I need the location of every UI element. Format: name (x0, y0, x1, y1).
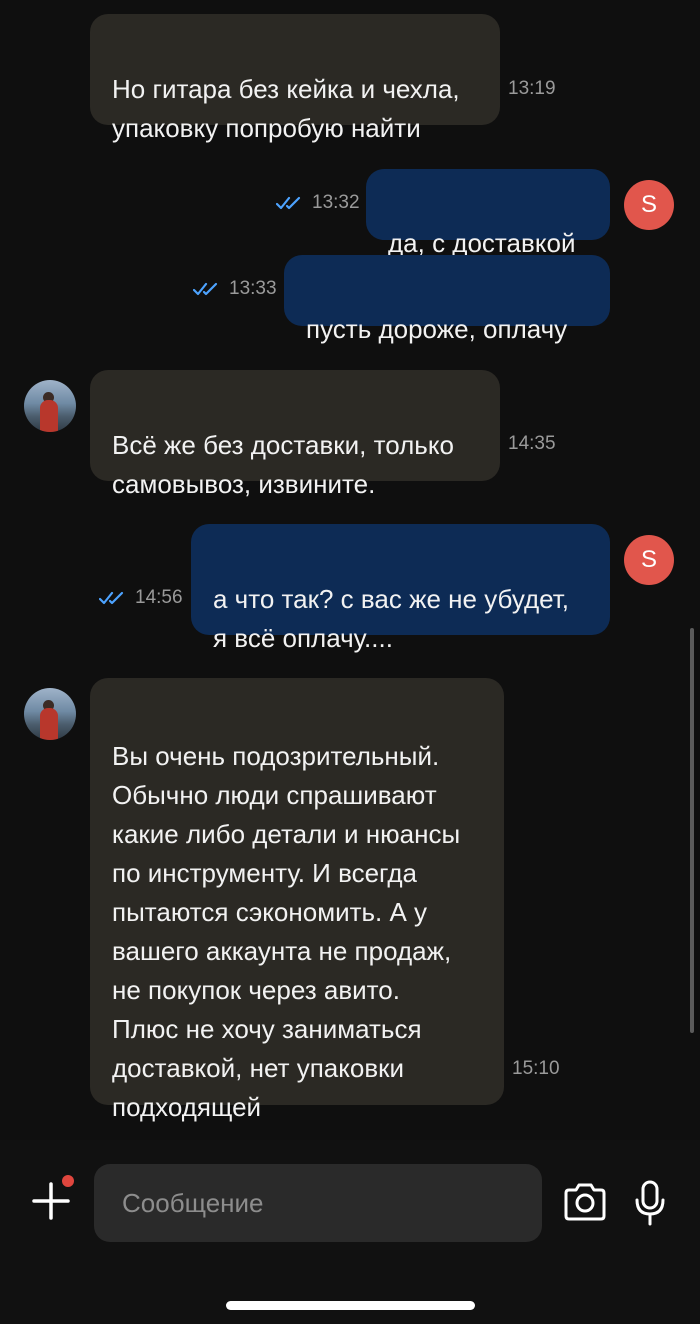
message-bubble-incoming[interactable]: Вы очень подозрительный. Обычно люди спр… (90, 678, 504, 1122)
chat-history[interactable]: Но гитара без кейка и чехла, упаковку по… (0, 0, 700, 1140)
message-text: а что так? с вас же не убудет, я всё опл… (213, 584, 569, 653)
message-text: да, с доставкой (388, 228, 576, 258)
avatar[interactable] (24, 688, 76, 740)
microphone-icon[interactable] (634, 1180, 666, 1226)
message-time: 13:32 (312, 192, 360, 213)
message-bubble-incoming[interactable]: Но гитара без кейка и чехла, упаковку по… (90, 14, 500, 143)
double-check-icon (276, 196, 301, 210)
message-bubble-outgoing[interactable]: да, с доставкой (366, 169, 610, 258)
message-input[interactable] (94, 1164, 542, 1242)
message-bubble-incoming[interactable]: Всё же без доставки, только самовывоз, и… (90, 370, 500, 499)
message-bubble-outgoing[interactable]: а что так? с вас же не убудет, я всё опл… (191, 524, 610, 653)
notification-dot (62, 1175, 74, 1187)
avatar[interactable]: S (624, 535, 674, 585)
message-time: 15:10 (512, 1058, 560, 1079)
message-bubble-outgoing[interactable]: пусть дороже, оплачу (284, 255, 610, 344)
message-text: Но гитара без кейка и чехла, упаковку по… (112, 74, 460, 143)
avatar-letter: S (640, 546, 657, 573)
message-text: пусть дороже, оплачу (306, 314, 568, 344)
message-time: 13:33 (229, 278, 277, 299)
message-time: 14:56 (135, 587, 183, 608)
message-status: 14:56 (99, 587, 183, 609)
home-indicator[interactable] (226, 1301, 475, 1310)
scrollbar[interactable] (690, 628, 694, 1033)
double-check-icon (193, 282, 218, 296)
avatar-letter: S (640, 191, 657, 218)
avatar[interactable] (24, 380, 76, 432)
message-status: 13:32 (276, 192, 360, 214)
message-text: Вы очень подозрительный. Обычно люди спр… (112, 741, 461, 1122)
double-check-icon (99, 591, 124, 605)
message-status: 13:33 (193, 278, 277, 300)
message-time: 14:35 (508, 433, 556, 454)
avatar[interactable]: S (624, 180, 674, 230)
message-time: 13:19 (508, 78, 556, 99)
camera-icon[interactable] (562, 1182, 608, 1222)
message-text: Всё же без доставки, только самовывоз, и… (112, 430, 454, 499)
